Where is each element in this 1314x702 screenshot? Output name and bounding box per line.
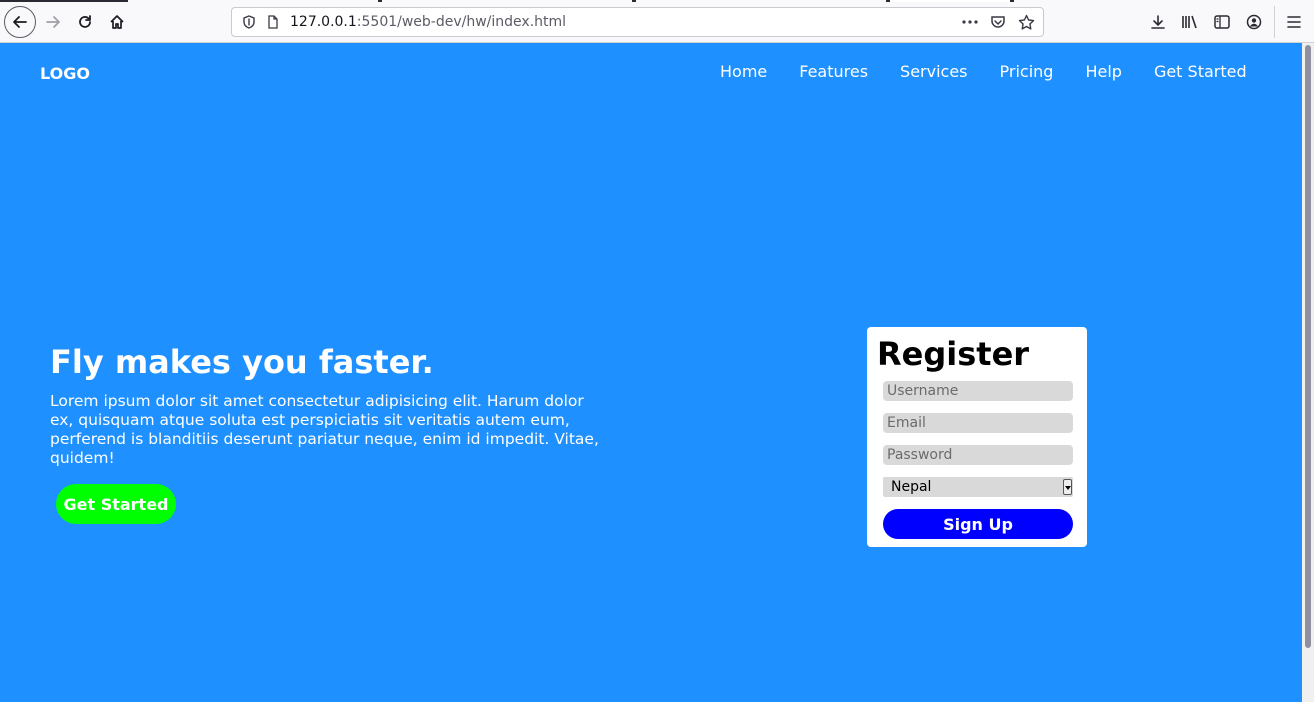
forward-button[interactable] xyxy=(38,7,68,37)
url-path: :5501/web-dev/hw/index.html xyxy=(356,14,567,30)
country-select[interactable]: Nepal xyxy=(883,477,1073,497)
site-logo[interactable]: LOGO xyxy=(40,64,90,83)
nav-item-help[interactable]: Help xyxy=(1085,62,1121,81)
password-input[interactable] xyxy=(883,445,1073,465)
back-icon xyxy=(13,16,27,28)
country-select-value: Nepal xyxy=(891,479,932,495)
nav-item-home[interactable]: Home xyxy=(720,62,767,81)
library-icon[interactable] xyxy=(1178,10,1202,34)
chevron-down-icon xyxy=(1063,479,1072,495)
url-host: 127.0.0.1 xyxy=(290,14,357,30)
forward-icon xyxy=(46,16,60,28)
star-icon[interactable] xyxy=(1015,11,1037,33)
get-started-button[interactable]: Get Started xyxy=(56,484,176,524)
account-icon[interactable] xyxy=(1242,10,1266,34)
download-icon[interactable] xyxy=(1146,10,1170,34)
url-bar[interactable]: 127.0.0.1:5501/web-dev/hw/index.html xyxy=(231,7,1044,37)
page-icon[interactable] xyxy=(262,11,284,33)
shield-icon[interactable] xyxy=(238,11,260,33)
sidebar-icon[interactable] xyxy=(1210,10,1234,34)
browser-toolbar: 127.0.0.1:5501/web-dev/hw/index.html xyxy=(0,0,1314,43)
register-card: Register Nepal Sign Up xyxy=(867,327,1087,547)
username-input[interactable] xyxy=(883,381,1073,401)
reload-button[interactable] xyxy=(70,7,100,37)
hero-title: Fly makes you faster. xyxy=(50,343,434,381)
email-input[interactable] xyxy=(883,413,1073,433)
nav-item-get-started[interactable]: Get Started xyxy=(1154,62,1247,81)
toolbar-separator xyxy=(1274,6,1275,38)
main-nav: Home Features Services Pricing Help Get … xyxy=(720,62,1247,81)
reload-icon xyxy=(79,15,91,28)
scrollbar-thumb[interactable] xyxy=(1305,45,1311,648)
register-title: Register xyxy=(877,335,1030,373)
page-scrollbar[interactable] xyxy=(1302,43,1314,702)
back-button[interactable] xyxy=(4,6,36,38)
sign-up-button[interactable]: Sign Up xyxy=(883,509,1073,539)
home-button[interactable] xyxy=(102,7,132,37)
pocket-icon[interactable] xyxy=(987,11,1009,33)
more-icon[interactable] xyxy=(959,11,981,33)
hero-text: Lorem ipsum dolor sit amet consectetur a… xyxy=(50,392,599,467)
nav-item-features[interactable]: Features xyxy=(799,62,868,81)
home-icon xyxy=(110,15,124,29)
tab-strip xyxy=(0,0,1314,2)
menu-icon[interactable] xyxy=(1282,10,1306,34)
nav-item-pricing[interactable]: Pricing xyxy=(1000,62,1054,81)
nav-item-services[interactable]: Services xyxy=(900,62,967,81)
url-text[interactable]: 127.0.0.1:5501/web-dev/hw/index.html xyxy=(290,14,566,30)
page-content: LOGO Home Features Services Pricing Help… xyxy=(0,43,1302,702)
